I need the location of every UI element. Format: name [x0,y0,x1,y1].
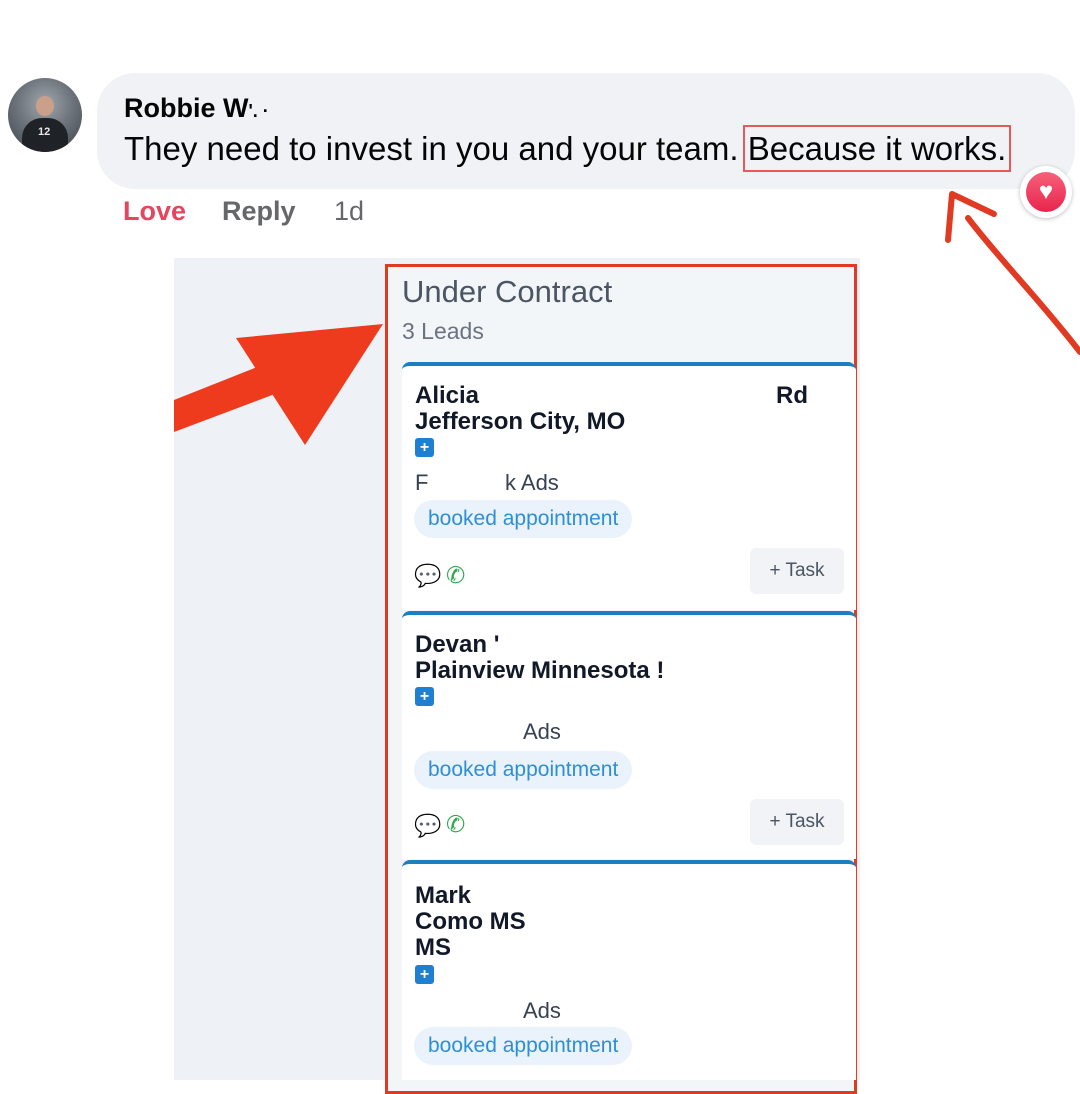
comment-text: They need to invest in you and your team… [124,125,1012,172]
curved-arrow-line [965,215,1080,355]
lead-address-suffix: Rd [776,382,808,409]
lead-name: Alicia [415,382,480,409]
tag-booked-appointment[interactable]: booked appointment [414,500,633,538]
lead-card[interactable]: Alicia Rd Jefferson City, MO + F k Ads b… [402,362,856,610]
lead-location: Como MS [415,908,526,935]
highlighted-phrase: Because it works. [742,125,1012,172]
add-task-button[interactable]: + Task [750,799,844,845]
tag-booked-appointment[interactable]: booked appointment [414,751,633,789]
lead-location: Plainview Minnesota ! [415,657,665,684]
tag-booked-appointment[interactable]: booked appointment [414,1027,633,1065]
lead-source: Ads [523,998,561,1023]
lead-name: Mark [415,882,472,909]
calendar-plus-icon[interactable]: + [415,687,434,706]
chat-icon[interactable]: 💬 [414,813,441,839]
love-reaction-badge[interactable]: ♥ [1020,166,1072,218]
avatar-jersey-number: 12 [38,126,51,138]
avatar-head [36,96,54,116]
reply-action[interactable]: Reply [222,196,296,227]
commenter-avatar[interactable]: 12 [8,78,82,152]
lead-source: k Ads [505,470,559,495]
calendar-plus-icon[interactable]: + [415,965,434,984]
calendar-plus-icon[interactable]: + [415,438,434,457]
author-trailing-chars: '. · [248,101,269,121]
lead-location-state: MS [415,934,451,961]
comment-text-main: They need to invest in you and your team… [124,130,748,167]
phone-icon[interactable]: ✆ [446,811,465,838]
lead-card[interactable]: Devan ' Plainview Minnesota ! + Ads book… [402,611,856,859]
love-action[interactable]: Love [123,196,186,227]
comment-timestamp: 1d [334,196,365,226]
comment-author[interactable]: Robbie W'. · [124,93,269,124]
phone-icon[interactable]: ✆ [446,562,465,589]
chat-icon[interactable]: 💬 [414,563,441,589]
column-lead-count: 3 Leads [402,318,484,344]
lead-source-prefix: F [415,470,429,495]
column-title: Under Contract [402,274,613,309]
curved-arrow-head [945,191,997,243]
add-task-button[interactable]: + Task [750,548,844,594]
lead-source: Ads [523,719,561,744]
lead-card[interactable]: Mark Como MS MS + Ads booked appointment [402,860,856,1080]
lead-location: Jefferson City, MO [415,408,626,435]
heart-icon: ♥ [1026,172,1066,212]
lead-name: Devan ' [415,631,500,658]
